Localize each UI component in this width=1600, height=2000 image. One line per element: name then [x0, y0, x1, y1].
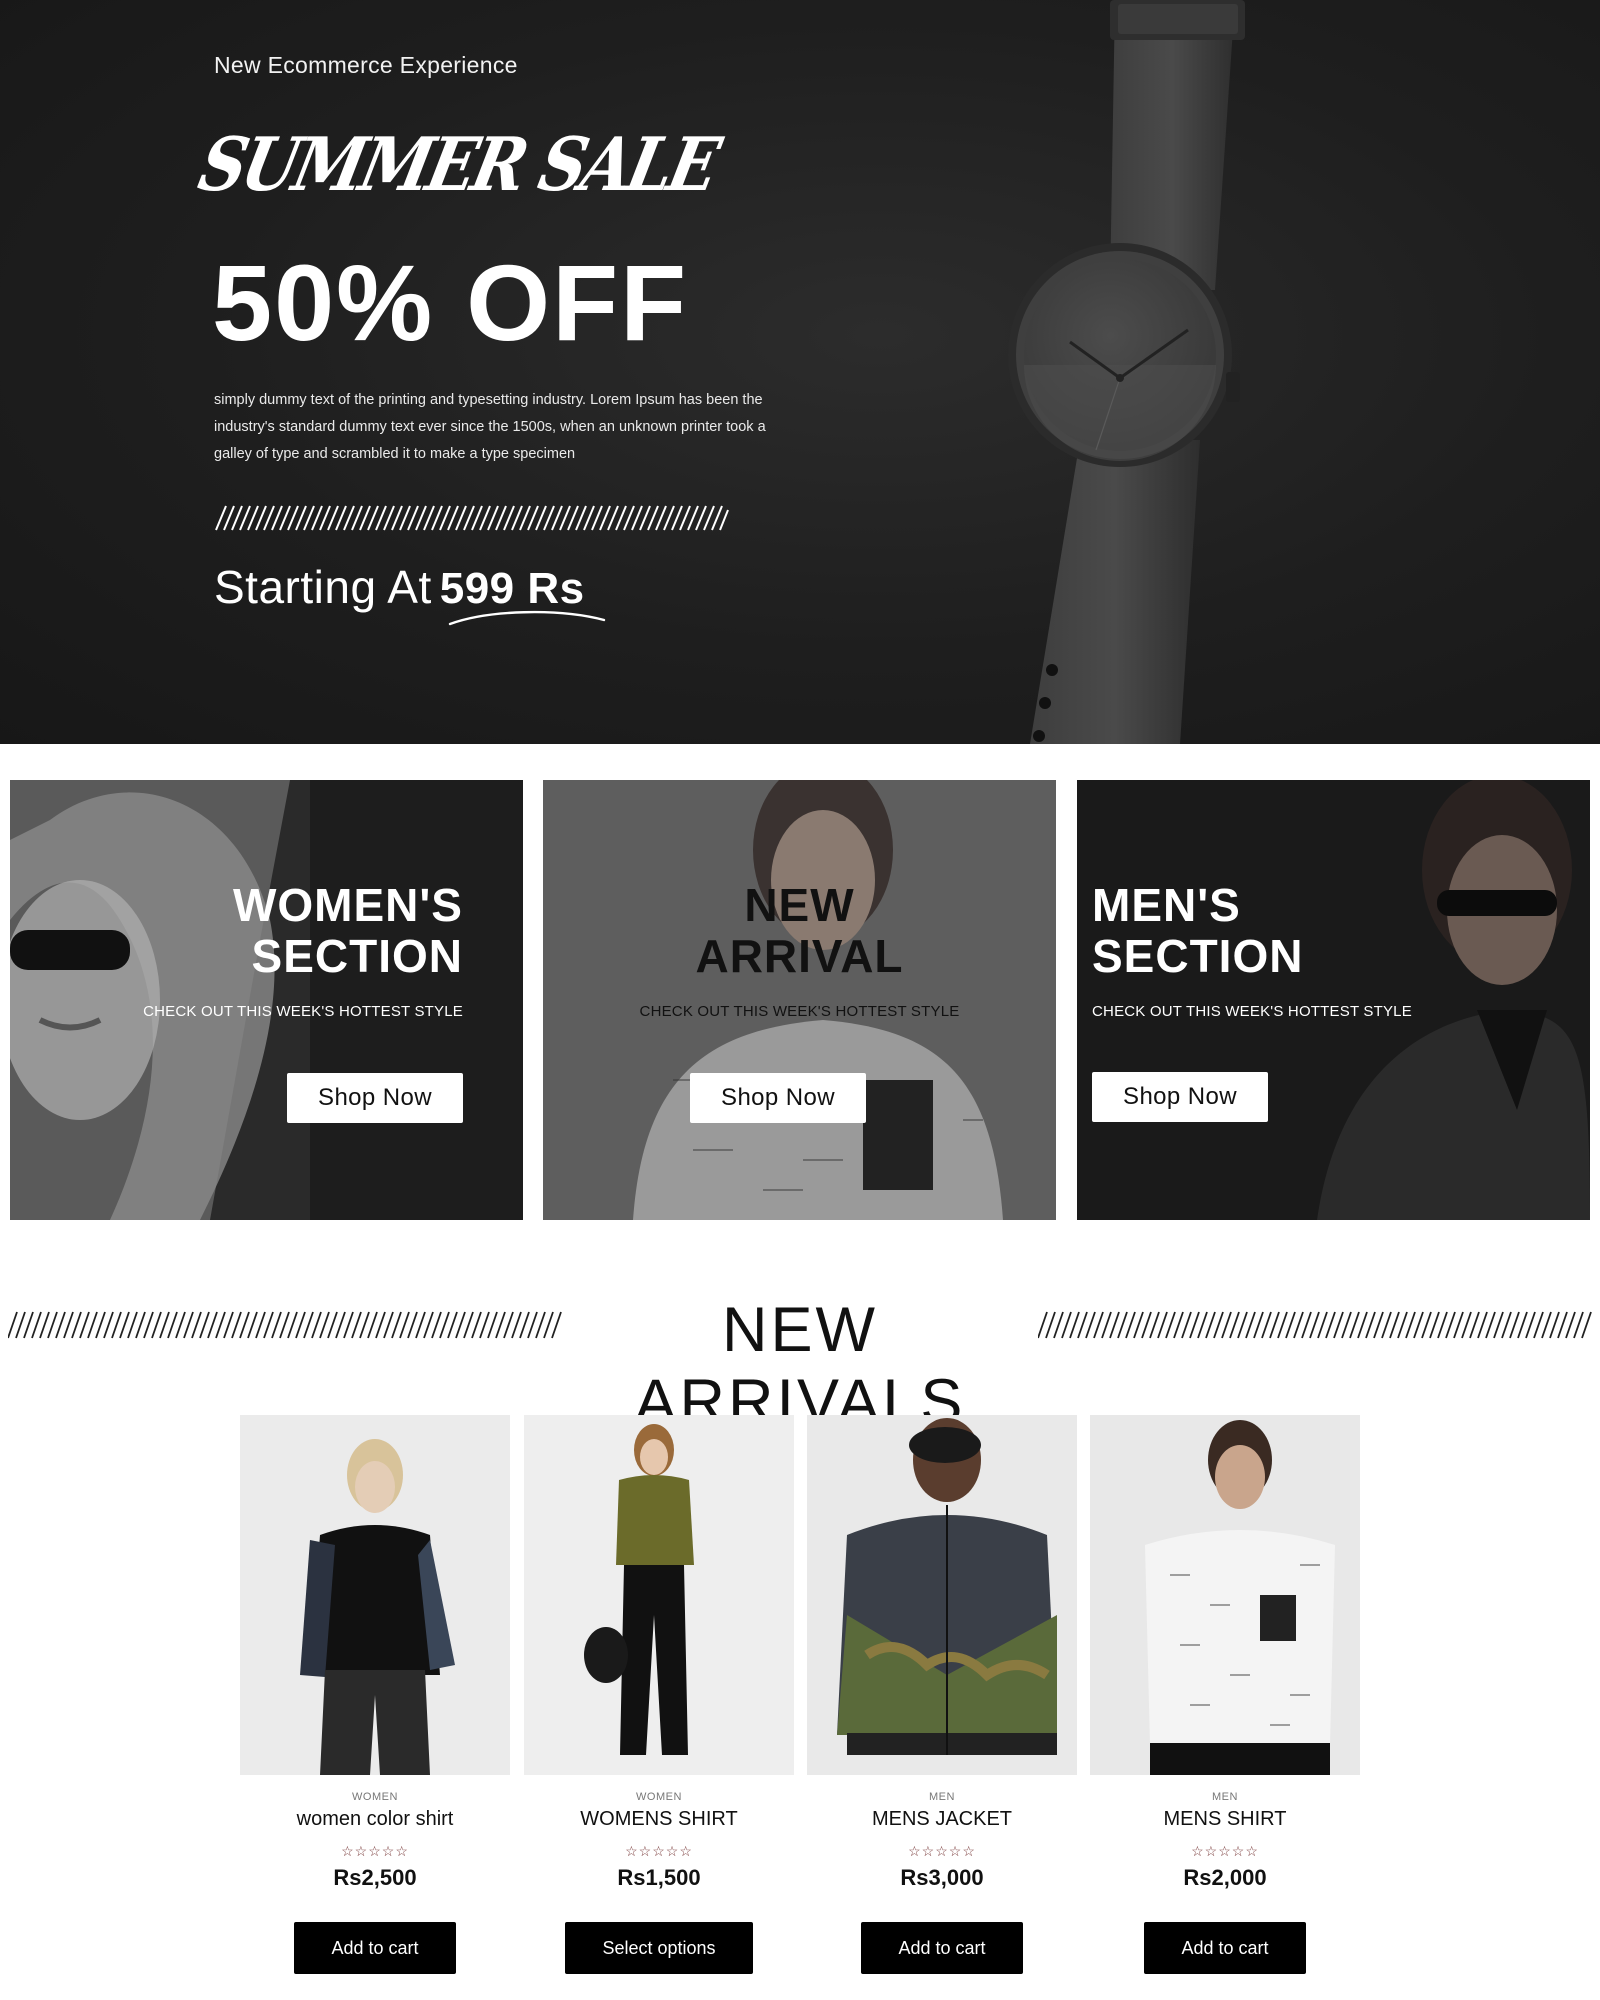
- product-image[interactable]: [807, 1415, 1077, 1775]
- product-price: Rs2,500: [333, 1865, 417, 1890]
- product-price: Rs1,500: [617, 1865, 701, 1890]
- womens-section-banner[interactable]: WOMEN'S SECTION CHECK OUT THIS WEEK'S HO…: [10, 780, 523, 1220]
- star-rating-icon: ☆☆☆☆☆: [341, 1843, 409, 1859]
- product-price: Rs3,000: [900, 1865, 984, 1890]
- hero-eyebrow: New Ecommerce Experience: [214, 52, 518, 78]
- star-rating-icon: ☆☆☆☆☆: [908, 1843, 976, 1859]
- mens-shop-now-button[interactable]: Shop Now: [1092, 1072, 1268, 1122]
- hatch-divider-left: [8, 1311, 562, 1339]
- new-arrival-banner-subtitle: CHECK OUT THIS WEEK'S HOTTEST STYLE: [639, 1003, 960, 1020]
- product-name[interactable]: MENS SHIRT: [1090, 1808, 1360, 1831]
- product-image[interactable]: [1090, 1415, 1360, 1775]
- mens-banner-subtitle: CHECK OUT THIS WEEK'S HOTTEST STYLE: [1092, 1003, 1412, 1020]
- product-name[interactable]: women color shirt: [240, 1808, 510, 1831]
- womens-banner-title: WOMEN'S SECTION: [233, 880, 463, 982]
- product-card[interactable]: WOMEN WOMENS SHIRT ☆☆☆☆☆ Rs1,500 Select …: [524, 1415, 794, 1985]
- product-card[interactable]: MEN MENS JACKET ☆☆☆☆☆ Rs3,000 Add to car…: [807, 1415, 1077, 1985]
- new-arrival-banner-title: NEW ARRIVAL: [543, 880, 1056, 982]
- hero-script-title: SUMMER SALE: [191, 122, 724, 209]
- select-options-button[interactable]: Select options: [565, 1922, 753, 1974]
- watch-image: [1008, 0, 1245, 744]
- hero-description: simply dummy text of the printing and ty…: [214, 392, 766, 462]
- new-arrivals-header: NEW ARRIVALS: [0, 1290, 1600, 1437]
- product-card[interactable]: MEN MENS SHIRT ☆☆☆☆☆ Rs2,000 Add to cart: [1090, 1415, 1360, 1985]
- product-category: MEN: [1212, 1791, 1238, 1803]
- star-rating-icon: ☆☆☆☆☆: [1191, 1843, 1259, 1859]
- mens-banner-title: MEN'S SECTION: [1092, 880, 1303, 982]
- product-price: Rs2,000: [1183, 1865, 1267, 1890]
- hatch-divider-right: [1038, 1311, 1592, 1339]
- add-to-cart-button[interactable]: Add to cart: [1144, 1922, 1306, 1974]
- price-label: Starting At: [214, 561, 432, 613]
- new-arrival-title-line2: ARRIVAL: [695, 930, 904, 982]
- product-category: WOMEN: [636, 1791, 682, 1803]
- mens-title-line1: MEN'S: [1092, 879, 1241, 931]
- womens-title-line2: SECTION: [251, 930, 463, 982]
- product-category: MEN: [929, 1791, 955, 1803]
- product-image[interactable]: [240, 1415, 510, 1775]
- add-to-cart-button[interactable]: Add to cart: [294, 1922, 456, 1974]
- mens-section-banner[interactable]: MEN'S SECTION CHECK OUT THIS WEEK'S HOTT…: [1077, 780, 1590, 1220]
- new-arrival-shop-now-button[interactable]: Shop Now: [690, 1073, 866, 1123]
- mens-title-line2: SECTION: [1092, 930, 1304, 982]
- product-image[interactable]: [524, 1415, 794, 1775]
- new-arrival-banner-image: [543, 780, 1056, 1220]
- product-category: WOMEN: [352, 1791, 398, 1803]
- star-rating-icon: ☆☆☆☆☆: [625, 1843, 693, 1859]
- hero-discount: 50% OFF: [212, 242, 689, 363]
- hatch-divider: [215, 505, 729, 531]
- new-arrival-banner[interactable]: NEW ARRIVAL CHECK OUT THIS WEEK'S HOTTES…: [543, 780, 1056, 1220]
- womens-shop-now-button[interactable]: Shop Now: [287, 1073, 463, 1123]
- hero-banner: New Ecommerce Experience SUMMER SALE 50%…: [0, 0, 1600, 744]
- new-arrival-title-line1: NEW: [744, 879, 855, 931]
- product-name[interactable]: WOMENS SHIRT: [524, 1808, 794, 1831]
- womens-banner-image: [10, 780, 523, 1220]
- add-to-cart-button[interactable]: Add to cart: [861, 1922, 1023, 1974]
- price-underline-swash: [448, 610, 606, 626]
- womens-title-line1: WOMEN'S: [232, 879, 463, 931]
- product-card[interactable]: WOMEN women color shirt ☆☆☆☆☆ Rs2,500 Ad…: [240, 1415, 510, 1985]
- mens-banner-image: [1077, 780, 1590, 1220]
- womens-banner-subtitle: CHECK OUT THIS WEEK'S HOTTEST STYLE: [143, 1003, 463, 1020]
- product-grid: WOMEN women color shirt ☆☆☆☆☆ Rs2,500 Ad…: [240, 1415, 1360, 1985]
- product-name[interactable]: MENS JACKET: [807, 1808, 1077, 1831]
